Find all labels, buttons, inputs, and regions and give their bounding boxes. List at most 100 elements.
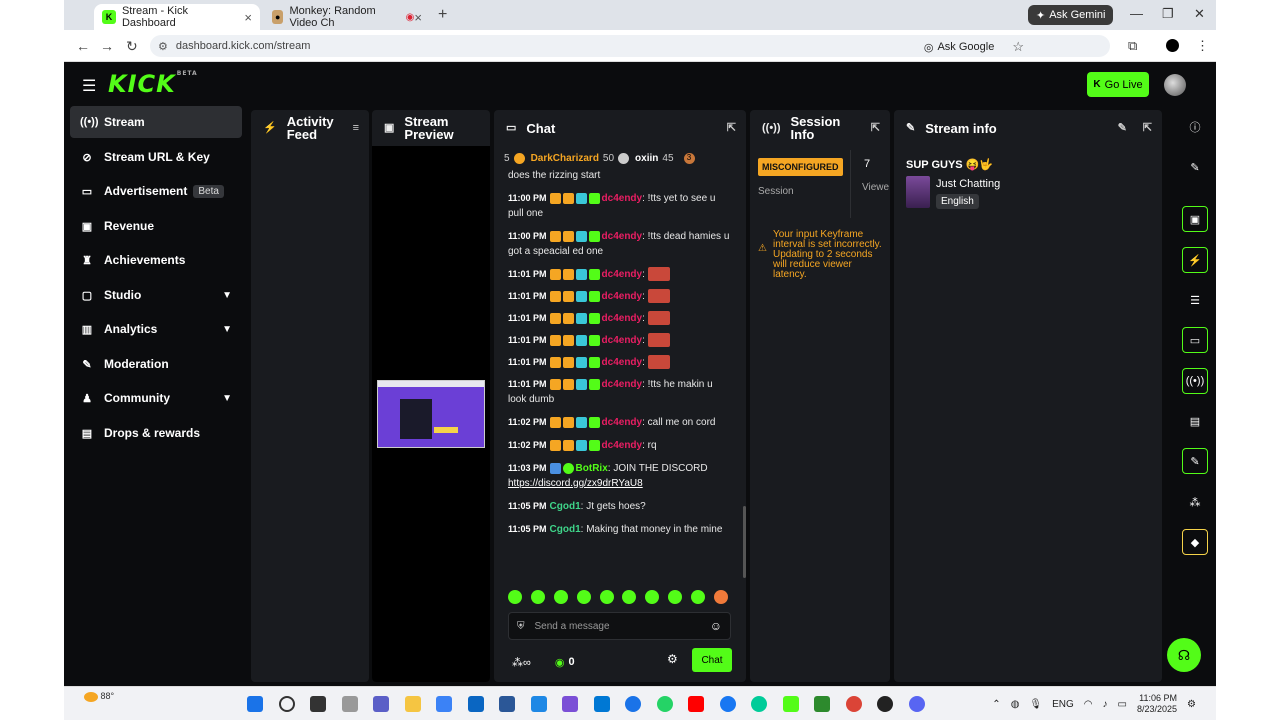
volume-icon[interactable]: ♪ [1103, 699, 1108, 710]
message-username[interactable]: dc4endy [602, 269, 643, 280]
emote-icon[interactable] [553, 590, 568, 604]
app-icon[interactable] [499, 696, 515, 712]
site-info-icon[interactable]: ⚙ [158, 40, 168, 53]
clock[interactable]: 11:06 PM 8/23/2025 [1137, 693, 1177, 715]
message-username[interactable]: dc4endy [602, 440, 643, 451]
discord-icon[interactable] [909, 696, 925, 712]
sidebar-item-moderation[interactable]: ✎ Moderation [70, 348, 242, 380]
wrench-icon[interactable]: ✎ [1182, 448, 1208, 474]
extensions-icon[interactable]: ⧉ [1128, 38, 1137, 54]
message-username[interactable]: Cgod1 [550, 501, 581, 512]
maximize-icon[interactable]: ❐ [1162, 6, 1174, 22]
close-window-icon[interactable]: ✕ [1194, 6, 1205, 22]
app-icon[interactable] [814, 696, 830, 712]
close-icon[interactable]: × [414, 10, 422, 25]
message-username[interactable]: dc4endy [602, 291, 643, 302]
filter-icon[interactable]: ≡ [353, 122, 359, 135]
microphone-icon[interactable]: 🎙 [1029, 699, 1042, 710]
chevron-up-icon[interactable]: ⌃ [992, 699, 1000, 710]
calculator-icon[interactable] [531, 696, 547, 712]
sidebar-item-achievements[interactable]: ♜ Achievements [70, 244, 242, 276]
sidebar-item-stream-url[interactable]: ⊘ Stream URL & Key [70, 141, 242, 173]
file-explorer-icon[interactable] [405, 696, 421, 712]
support-headset-icon[interactable]: ☊ [1167, 638, 1201, 672]
broadcast-icon[interactable]: ((•)) [1182, 368, 1208, 394]
edit-icon[interactable]: ✎ [1118, 122, 1127, 135]
menu-icon[interactable]: ⋮ [1196, 38, 1209, 54]
new-tab-icon[interactable]: + [438, 6, 447, 24]
wifi-icon[interactable]: ◠ [1084, 699, 1093, 710]
emote-icon[interactable] [599, 590, 614, 604]
message-username[interactable]: dc4endy [602, 231, 643, 242]
chrome-icon[interactable] [846, 696, 862, 712]
youtube-icon[interactable] [688, 696, 704, 712]
chat-input[interactable]: ⛨ Send a message ☺ [508, 612, 731, 640]
popout-icon[interactable]: ⇱ [871, 122, 880, 135]
tab-monkey[interactable]: ● Monkey: Random Video Ch ◉ × [264, 4, 430, 30]
message-username[interactable]: dc4endy [602, 357, 643, 368]
start-icon[interactable] [247, 696, 263, 712]
emote-icon[interactable] [691, 590, 705, 604]
edge-icon[interactable] [751, 696, 767, 712]
message-username[interactable]: dc4endy [602, 335, 643, 346]
app-icon[interactable] [562, 696, 578, 712]
reload-icon[interactable]: ↻ [126, 38, 138, 55]
emote-icon[interactable] [645, 590, 660, 604]
kick-app-icon[interactable] [783, 696, 799, 712]
settings-icon[interactable]: ⚙ [1187, 699, 1196, 710]
widgets-icon[interactable] [342, 696, 358, 712]
sidebar-item-community[interactable]: ♟ Community ▼ [70, 382, 242, 414]
share-icon[interactable]: ⁂ [1182, 489, 1208, 515]
bookmark-star-icon[interactable]: ☆ [1012, 39, 1024, 55]
emote-icon[interactable] [508, 590, 522, 604]
sidebar-item-analytics[interactable]: ▥ Analytics ▼ [70, 313, 242, 345]
chat-scrollbar[interactable] [743, 506, 746, 578]
teams-icon[interactable] [373, 696, 389, 712]
obs-icon[interactable] [877, 696, 893, 712]
close-icon[interactable]: × [244, 10, 252, 25]
kick-logo[interactable]: KICKBETA [108, 70, 198, 98]
layers-icon[interactable]: ▤ [1182, 408, 1208, 434]
bolt-icon[interactable]: ⚡ [1182, 247, 1208, 273]
app-icon[interactable] [594, 696, 610, 712]
profile-icon[interactable] [1166, 39, 1179, 52]
info-icon[interactable]: ⓘ [1182, 114, 1208, 140]
popout-icon[interactable]: ⇱ [727, 122, 736, 135]
message-username[interactable]: dc4endy [602, 313, 643, 324]
whatsapp-icon[interactable] [657, 696, 673, 712]
sidebar-item-studio[interactable]: ▢ Studio ▼ [70, 279, 242, 311]
back-icon[interactable]: ← [76, 38, 90, 54]
list-icon[interactable]: ☰ [1182, 287, 1208, 313]
emote-icon[interactable] [576, 590, 591, 604]
emote-icon[interactable] [668, 590, 683, 604]
app-icon[interactable] [625, 696, 641, 712]
preview-toggle-icon[interactable]: ▣ [1182, 206, 1208, 232]
emote-icon[interactable] [530, 590, 545, 604]
facebook-icon[interactable] [720, 696, 736, 712]
emoji-icon[interactable]: ☺ [710, 619, 722, 633]
sidebar-item-advertisement[interactable]: ▭ Advertisement Beta [70, 175, 242, 207]
hamburger-icon[interactable]: ☰ [82, 76, 96, 96]
discord-link[interactable]: https://discord.gg/zx9drRYaU8 [508, 478, 643, 489]
address-bar[interactable]: ⚙ dashboard.kick.com/stream ◎ Ask Google… [150, 35, 1110, 57]
sidebar-item-drops[interactable]: ▤ Drops & rewards [70, 417, 242, 449]
sidebar-item-revenue[interactable]: ▣ Revenue [70, 210, 242, 242]
search-icon[interactable] [279, 696, 295, 712]
stream-preview-thumbnail[interactable] [377, 380, 485, 448]
emote-icon[interactable] [713, 590, 728, 604]
gear-icon[interactable]: ⚙ [667, 652, 678, 666]
task-view-icon[interactable] [310, 696, 326, 712]
weather-widget[interactable]: 88° [84, 691, 114, 702]
go-live-button[interactable]: K Go Live [1087, 72, 1149, 97]
sidebar-item-stream[interactable]: ((•)) Stream [70, 106, 242, 138]
message-username[interactable]: dc4endy [602, 417, 643, 428]
chat-icon[interactable]: ▭ [1182, 327, 1208, 353]
gift-icon[interactable]: ◆ [1182, 529, 1208, 555]
edit-icon[interactable]: ✎ [1182, 154, 1208, 180]
chat-send-button[interactable]: Chat [692, 648, 732, 672]
popout-icon[interactable]: ⇱ [1143, 122, 1152, 135]
message-username[interactable]: dc4endy [602, 379, 643, 390]
language-indicator[interactable]: ENG [1052, 699, 1074, 710]
battery-icon[interactable]: ▭ [1118, 699, 1127, 710]
emote-icon[interactable] [622, 590, 637, 604]
